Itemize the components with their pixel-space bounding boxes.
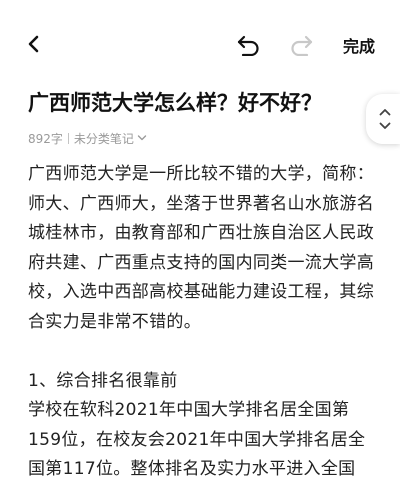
word-count: 892字 <box>28 131 63 146</box>
chevron-down-icon <box>137 135 147 141</box>
category-label: 未分类笔记 <box>73 131 134 146</box>
body-paragraph: 学校在软科2021年中国大学排名居全国第159位，在校友会2021年中国大学排名… <box>28 400 366 479</box>
category-selector[interactable]: 未分类笔记 <box>74 130 147 147</box>
scroll-control[interactable] <box>366 94 400 144</box>
editor-toolbar: 完成 <box>0 0 400 88</box>
note-title[interactable]: 广西师范大学怎么样？好不好？ <box>28 86 363 120</box>
chevron-down-icon[interactable] <box>379 122 391 130</box>
undo-icon <box>237 35 259 56</box>
back-button[interactable] <box>18 28 50 60</box>
redo-button[interactable] <box>284 28 318 62</box>
note-editor: 完成 广西师范大学怎么样？好不好？ 892字 未分类笔记 广西师范大学是一所比较… <box>0 0 400 480</box>
done-button[interactable]: 完成 <box>334 28 384 62</box>
undo-button[interactable] <box>232 28 266 62</box>
body-paragraph: 广西师范大学是一所比较不错的大学，简称：师大、广西师大，坐落于世界著名山水旅游名… <box>28 164 374 332</box>
note-meta: 892字 未分类笔记 <box>28 128 147 148</box>
meta-divider <box>67 132 69 144</box>
chevron-up-icon[interactable] <box>379 108 391 116</box>
chevron-left-icon <box>28 35 39 53</box>
redo-icon <box>291 35 313 56</box>
note-body[interactable]: 广西师范大学是一所比较不错的大学，简称：师大、广西师大，坐落于世界著名山水旅游名… <box>28 160 374 480</box>
body-subheading: 1、综合排名很靠前 <box>28 370 178 391</box>
